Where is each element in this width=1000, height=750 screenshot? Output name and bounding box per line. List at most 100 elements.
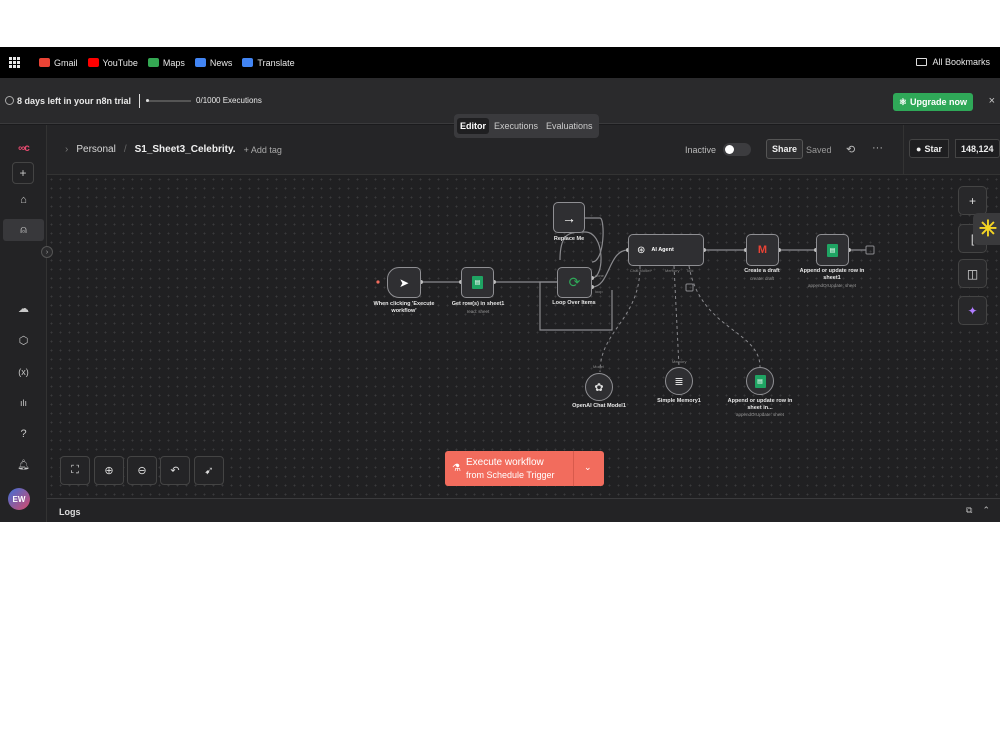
gmail-icon	[39, 58, 50, 67]
node-append-1-sub: appendOrUpdate: sheet	[807, 283, 857, 288]
node-append-2-sub: appendOrUpdate: sheet	[735, 412, 785, 417]
agent-port-memory: Memory	[665, 268, 680, 273]
avatar[interactable]: EW	[8, 488, 30, 510]
zoom-in-icon[interactable]: ⊕	[94, 456, 124, 485]
star-label: Star	[924, 143, 942, 154]
github-star-button[interactable]: ● Star	[909, 139, 949, 158]
upgrade-label: Upgrade now	[909, 97, 967, 107]
user-icon[interactable]: ⍝	[3, 219, 44, 241]
node-get-rows-sub: read: sheet	[466, 309, 490, 314]
star-count[interactable]: 148,124	[955, 139, 1000, 158]
bell-icon[interactable]: 🔔︎	[0, 454, 47, 476]
package-icon[interactable]: ⬡	[0, 329, 47, 351]
agent-port-tool: Tool	[686, 268, 694, 273]
maps-icon	[147, 58, 159, 67]
undo-icon[interactable]: ↶	[160, 456, 190, 485]
cursor-icon: ➤	[398, 275, 410, 290]
breadcrumb: › Personal / S1_Sheet3_Celebrity. + Add …	[65, 144, 282, 155]
node-get-rows[interactable]: ▤	[461, 267, 494, 298]
node-openai-chat-model[interactable]: ✿	[585, 373, 613, 401]
flask-icon: ⚗	[452, 463, 461, 474]
google-sheets-icon: ▤	[754, 374, 766, 388]
chevron-up-icon[interactable]: ⌃	[982, 505, 990, 516]
tab-editor[interactable]: Editor	[457, 118, 489, 134]
bookmark-youtube[interactable]: YouTube	[87, 57, 138, 68]
executions-count: 0/1000 Executions	[196, 96, 262, 105]
cloud-icon[interactable]: ☁	[0, 297, 47, 319]
popout-icon[interactable]: ⧉	[966, 505, 972, 516]
logs-panel[interactable]: Logs ⧉ ⌃	[47, 498, 1000, 522]
google-sheets-icon: ▤	[472, 276, 483, 289]
bookmark-news[interactable]: News	[194, 57, 233, 68]
fit-view-icon[interactable]: ⛶	[60, 456, 90, 485]
variables-icon[interactable]: (x)	[0, 361, 47, 383]
workflow-canvas[interactable]	[47, 175, 1000, 498]
bookmark-label: Maps	[162, 57, 185, 68]
node-append-1-label: Append or update row in sheet1	[799, 268, 865, 281]
help-icon[interactable]: ?	[0, 423, 47, 445]
bookmark-translate[interactable]: Translate	[242, 57, 295, 68]
editor-tabs: Editor Executions Evaluations	[454, 114, 599, 138]
all-bookmarks-button[interactable]: All Bookmarks	[916, 57, 990, 67]
workflow-name[interactable]: S1_Sheet3_Celebrity.	[135, 144, 236, 155]
node-simple-memory[interactable]: ≣	[665, 367, 693, 395]
database-icon: ≣	[674, 375, 684, 388]
bookmarks-bar: Gmail YouTube Maps News Translate All Bo…	[0, 47, 1000, 78]
bookmark-label: Translate	[257, 57, 295, 68]
node-trigger[interactable]: ➤	[387, 267, 421, 298]
collapse-sidebar-icon[interactable]: ›	[41, 246, 53, 258]
refresh-icon: ⟳	[568, 274, 581, 290]
bookmark-label: News	[209, 57, 233, 68]
node-append-1[interactable]: ▤	[816, 234, 849, 266]
gem-icon: ⚛	[898, 96, 907, 107]
tab-executions[interactable]: Executions	[491, 118, 541, 134]
zoom-out-icon[interactable]: ⊖	[127, 456, 157, 485]
github-star-box: ● Star 148,124	[903, 125, 1000, 175]
node-create-draft-sub: create: draft	[749, 276, 774, 281]
bookmark-gmail[interactable]: Gmail	[39, 58, 78, 68]
home-icon[interactable]: ⌂	[0, 189, 47, 211]
node-get-rows-label: Get row(s) in sheet1	[451, 301, 505, 307]
close-banner-icon[interactable]: ×	[989, 95, 995, 107]
status-label: Inactive	[685, 145, 717, 155]
node-loop[interactable]: ⟳	[557, 267, 592, 298]
ai-assistant-icon[interactable]: ✦	[958, 296, 987, 325]
upgrade-button[interactable]: ⚛ Upgrade now	[892, 93, 973, 111]
insights-icon[interactable]: ılı	[0, 392, 47, 414]
node-create-draft-label: Create a draft	[744, 268, 780, 274]
breadcrumb-project[interactable]: Personal	[76, 144, 115, 155]
tab-evaluations[interactable]: Evaluations	[543, 118, 596, 134]
n8n-logo[interactable]: ∞c	[0, 137, 47, 159]
folder-icon	[916, 58, 928, 66]
chevron-down-icon[interactable]: ⌄	[584, 462, 592, 473]
execute-workflow-button[interactable]: ⚗ Execute workflow from Schedule Trigger…	[445, 451, 604, 486]
more-options-icon[interactable]: ···	[872, 142, 883, 154]
node-replace-me-label: Replace Me	[553, 236, 585, 242]
node-append-2[interactable]: ▤	[746, 367, 774, 395]
node-openai-label: OpenAI Chat Model1	[572, 403, 626, 409]
node-replace-me[interactable]: →	[553, 202, 585, 233]
divider	[139, 93, 141, 108]
asterisk-icon[interactable]: ✳	[973, 213, 1000, 245]
active-toggle[interactable]	[723, 143, 751, 156]
arrow-right-icon: →	[562, 209, 576, 226]
apps-grid-icon[interactable]	[9, 56, 21, 69]
breadcrumb-separator: /	[123, 144, 127, 155]
agent-port-chat-model: Chat Model*	[630, 268, 653, 273]
breadcrumb-chevron-icon: ›	[65, 144, 69, 155]
panel-toggle-icon[interactable]: ◫	[958, 259, 987, 288]
tidy-up-icon[interactable]: ➹	[194, 456, 224, 485]
add-button[interactable]: +	[12, 162, 34, 184]
node-create-draft[interactable]: M	[746, 234, 779, 266]
all-bookmarks-label: All Bookmarks	[932, 57, 990, 67]
divider	[573, 451, 574, 486]
bookmark-label: YouTube	[102, 57, 138, 68]
add-tag-link[interactable]: + Add tag	[244, 145, 282, 155]
node-ai-agent[interactable]: ⊛ AI Agent	[628, 234, 704, 266]
share-button[interactable]: Share	[766, 139, 804, 159]
bookmark-maps[interactable]: Maps	[147, 57, 185, 68]
execute-text: Execute workflow from Schedule Trigger	[466, 457, 555, 481]
history-icon[interactable]: ⟲	[846, 143, 855, 156]
node-trigger-label: When clicking 'Execute workflow'	[373, 301, 435, 314]
add-node-button[interactable]: +	[958, 186, 987, 215]
